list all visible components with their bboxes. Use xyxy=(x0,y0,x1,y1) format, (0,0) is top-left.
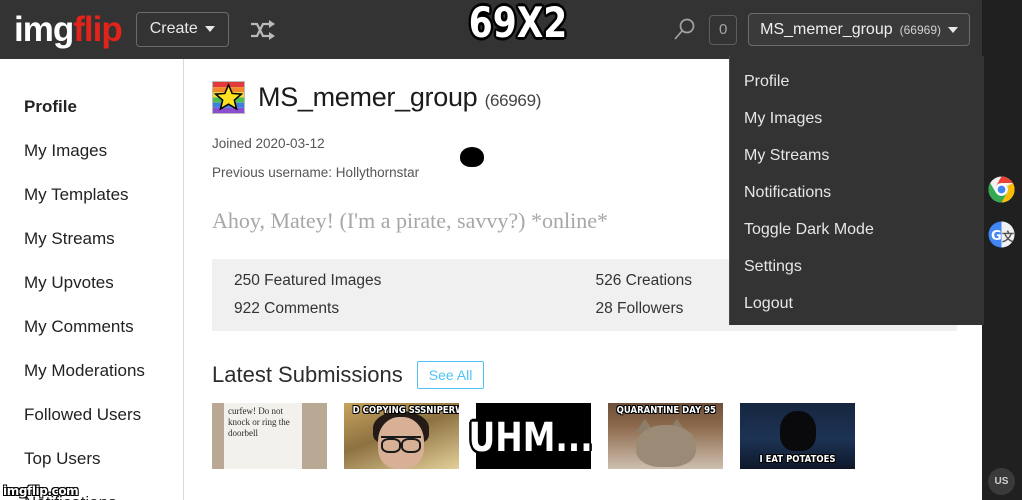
logo-text-img: img xyxy=(14,10,74,49)
menu-item-logout[interactable]: Logout xyxy=(730,286,984,323)
sidebar-item-my-upvotes[interactable]: My Upvotes xyxy=(0,261,183,305)
sidebar-navigation: Profile My Images My Templates My Stream… xyxy=(0,59,184,500)
sidebar-item-my-streams[interactable]: My Streams xyxy=(0,217,183,261)
svg-text:文: 文 xyxy=(1002,229,1015,244)
shuffle-icon[interactable] xyxy=(249,18,279,42)
search-icon[interactable] xyxy=(672,17,698,43)
menu-item-settings[interactable]: Settings xyxy=(730,249,984,286)
page-title: MS_memer_group (66969) xyxy=(258,82,541,113)
thumbnail-art xyxy=(780,411,816,451)
profile-username: MS_memer_group xyxy=(258,82,478,112)
thumbnail-caption: QUARANTINE DAY 95 xyxy=(616,405,716,416)
svg-text:G: G xyxy=(991,229,1002,244)
create-button[interactable]: Create xyxy=(135,12,229,47)
imgflip-logo[interactable]: imgflip xyxy=(14,10,123,49)
google-translate-icon[interactable]: G 文 xyxy=(988,221,1015,248)
chevron-down-icon xyxy=(948,26,958,33)
user-account-name: MS_memer_group xyxy=(760,20,893,38)
latest-submissions-title: Latest Submissions xyxy=(212,362,403,387)
menu-item-toggle-dark-mode[interactable]: Toggle Dark Mode xyxy=(730,212,984,249)
thumbnail-item[interactable]: I EAT POTATOES xyxy=(740,403,855,469)
sidebar-item-my-moderations[interactable]: My Moderations xyxy=(0,349,183,393)
thumbnail-art xyxy=(636,425,696,467)
browser-extension-rail: G 文 US xyxy=(982,0,1022,500)
user-account-dropdown-menu: Profile My Images My Streams Notificatio… xyxy=(729,56,984,325)
keyboard-layout-badge[interactable]: US xyxy=(988,468,1015,495)
imgflip-watermark: imgflip.com xyxy=(3,484,79,498)
stat-comments: 922 Comments xyxy=(234,300,340,317)
chrome-icon[interactable] xyxy=(988,176,1015,203)
notification-count-badge[interactable]: 0 xyxy=(709,14,738,45)
black-scribble-redaction xyxy=(460,147,484,167)
latest-submissions-thumbnails: curfew! Do not knock or ring the doorbel… xyxy=(212,403,982,469)
chevron-down-icon xyxy=(204,26,215,32)
thumbnail-art xyxy=(381,436,421,453)
thumbnail-item[interactable]: QUARANTINE DAY 95 xyxy=(608,403,723,469)
thumbnail-item[interactable]: curfew! Do not knock or ring the doorbel… xyxy=(212,403,327,469)
logo-text-flip: flip xyxy=(73,10,122,49)
top-navigation-bar: imgflip Create 0 MS_memer_group (66969) xyxy=(0,0,982,59)
create-button-label: Create xyxy=(149,20,198,37)
thumbnail-item[interactable] xyxy=(476,403,591,469)
latest-submissions-header: Latest Submissions See All xyxy=(212,361,982,389)
sidebar-item-my-templates[interactable]: My Templates xyxy=(0,173,183,217)
thumbnail-caption: I EAT POTATOES xyxy=(759,454,836,465)
menu-item-profile[interactable]: Profile xyxy=(730,64,984,101)
thumbnail-caption: D COPYING SSSNIPERWOLF'S xyxy=(352,405,459,416)
menu-item-my-images[interactable]: My Images xyxy=(730,101,984,138)
topbar-right-group: 0 MS_memer_group (66969) xyxy=(672,13,982,46)
profile-user-id: (66969) xyxy=(484,91,542,110)
imgflip-profile-screenshot: imgflip Create 0 MS_memer_group (66969) xyxy=(0,0,1022,500)
sidebar-item-top-users[interactable]: Top Users xyxy=(0,437,183,481)
user-account-id: (66969) xyxy=(899,22,941,37)
stat-featured-images: 250 Featured Images xyxy=(234,272,382,289)
thumbnail-item[interactable]: D COPYING SSSNIPERWOLF'S xyxy=(344,403,459,469)
menu-item-notifications[interactable]: Notifications xyxy=(730,175,984,212)
user-account-dropdown-button[interactable]: MS_memer_group (66969) xyxy=(748,13,970,46)
sidebar-item-my-images[interactable]: My Images xyxy=(0,129,183,173)
sidebar-item-my-comments[interactable]: My Comments xyxy=(0,305,183,349)
menu-item-my-streams[interactable]: My Streams xyxy=(730,138,984,175)
thumbnail-note-text: curfew! Do not knock or ring the doorbel… xyxy=(224,403,302,469)
rainbow-star-avatar[interactable] xyxy=(212,81,245,114)
sidebar-item-profile[interactable]: Profile xyxy=(0,85,183,129)
sidebar-item-followed-users[interactable]: Followed Users xyxy=(0,393,183,437)
see-all-button[interactable]: See All xyxy=(416,361,485,389)
